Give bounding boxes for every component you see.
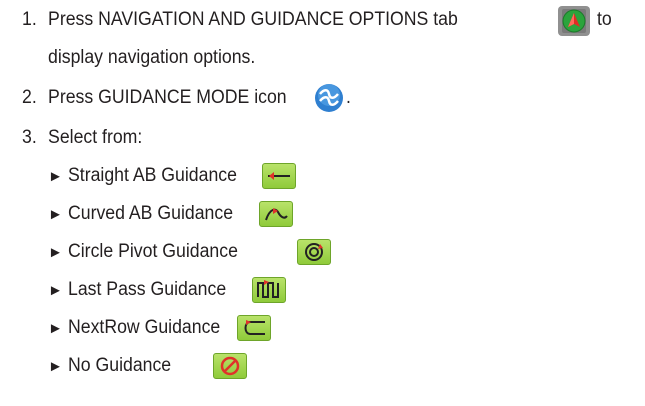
last-pass-guidance-icon bbox=[252, 277, 286, 303]
circle-pivot-guidance-icon bbox=[297, 239, 331, 265]
step-3-text: Select from: bbox=[48, 127, 143, 148]
curved-ab-guidance-icon bbox=[259, 201, 293, 227]
step-3: 3. Select from: bbox=[22, 126, 142, 150]
option-no-guidance: ► No Guidance bbox=[48, 353, 179, 379]
option-label: Straight AB Guidance bbox=[67, 165, 237, 186]
option-nextrow: ► NextRow Guidance bbox=[48, 315, 232, 341]
step-2-text: Press GUIDANCE MODE icon bbox=[48, 87, 287, 108]
option-straight-ab: ► Straight AB Guidance bbox=[48, 163, 250, 189]
step-1-continuation: display navigation options. bbox=[48, 47, 256, 68]
navigation-guidance-tab-icon bbox=[558, 6, 590, 36]
option-label: Curved AB Guidance bbox=[67, 203, 233, 224]
option-last-pass: ► Last Pass Guidance bbox=[48, 277, 238, 303]
option-label: Last Pass Guidance bbox=[67, 279, 227, 300]
bullet-icon: ► bbox=[48, 319, 63, 337]
bullet-icon: ► bbox=[48, 357, 63, 375]
bullet-icon: ► bbox=[48, 167, 63, 185]
step-1: 1. Press NAVIGATION AND GUIDANCE OPTIONS … bbox=[22, 8, 458, 32]
option-label: Circle Pivot Guidance bbox=[67, 241, 238, 262]
instruction-list: 1. Press NAVIGATION AND GUIDANCE OPTIONS … bbox=[0, 0, 645, 406]
step-2-number: 2. bbox=[22, 87, 37, 108]
guidance-mode-icon bbox=[314, 83, 344, 113]
nextrow-guidance-icon bbox=[237, 315, 271, 341]
option-label: NextRow Guidance bbox=[67, 317, 221, 338]
step-2-trailing: . bbox=[346, 87, 351, 108]
option-label: No Guidance bbox=[67, 355, 172, 376]
bullet-icon: ► bbox=[48, 243, 63, 261]
straight-ab-guidance-icon bbox=[262, 163, 296, 189]
no-guidance-icon bbox=[213, 353, 247, 379]
bullet-icon: ► bbox=[48, 281, 63, 299]
bullet-icon: ► bbox=[48, 205, 63, 223]
step-1-text: Press NAVIGATION AND GUIDANCE OPTIONS ta… bbox=[48, 9, 458, 30]
option-circle-pivot: ► Circle Pivot Guidance bbox=[48, 239, 251, 265]
step-1-number: 1. bbox=[22, 9, 37, 30]
step-2: 2. Press GUIDANCE MODE icon bbox=[22, 86, 287, 110]
option-curved-ab: ► Curved AB Guidance bbox=[48, 201, 245, 227]
step-1-trailing: to bbox=[597, 9, 612, 30]
step-3-number: 3. bbox=[22, 127, 37, 148]
